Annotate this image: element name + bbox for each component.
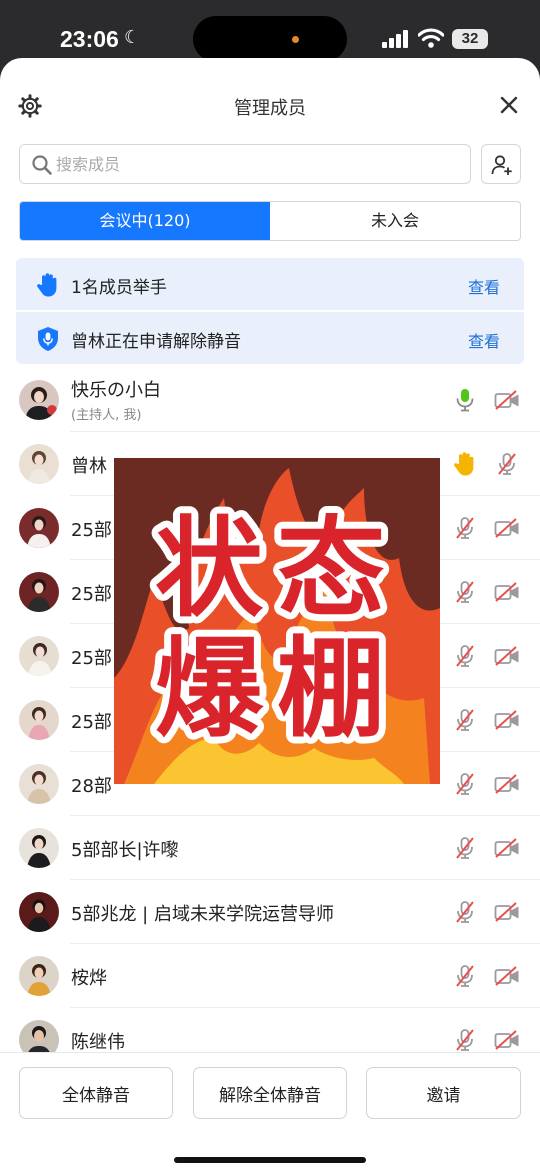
avatar (19, 700, 59, 740)
tab-not-joined[interactable]: 未入会 (270, 202, 520, 240)
sticker-line-2: 爆棚 (155, 627, 399, 752)
moon-icon: ☾ (124, 27, 141, 48)
video-off-icon[interactable] (494, 1027, 520, 1053)
video-off-icon[interactable] (494, 643, 520, 669)
video-off-icon[interactable] (494, 771, 520, 797)
member-name: 28部 (71, 776, 112, 797)
avatar (19, 636, 59, 676)
close-icon[interactable] (498, 94, 520, 116)
wifi-icon (418, 28, 444, 48)
add-user-icon (491, 155, 512, 175)
meme-sticker-overlay: 状态 爆棚 (114, 458, 440, 784)
search-icon (32, 155, 52, 175)
mic-on-icon[interactable] (452, 387, 478, 413)
page-title: 管理成员 (234, 98, 306, 119)
status-time: 23:06 (60, 26, 119, 52)
member-name: 5部部长|许嚟 (71, 840, 179, 861)
member-name: 桉烨 (71, 968, 107, 989)
avatar (19, 572, 59, 612)
mic-muted-icon[interactable] (452, 771, 478, 797)
avatar (19, 380, 59, 420)
video-off-icon[interactable] (494, 515, 520, 541)
dynamic-island (193, 16, 347, 62)
camera-indicator-dot (292, 36, 299, 43)
status-bar: 23:06 ☾ 32 (0, 0, 540, 62)
member-name: 快乐の小白 (71, 380, 161, 401)
member-name: 25部 (71, 648, 112, 669)
raise-hand-text: 1名成员举手 (71, 278, 167, 298)
video-off-icon[interactable] (494, 963, 520, 989)
mic-muted-icon[interactable] (452, 579, 478, 605)
fire-sticker-image: 状态 爆棚 (114, 458, 440, 784)
video-off-icon[interactable] (494, 707, 520, 733)
hand-icon (37, 273, 57, 297)
battery-indicator: 32 (452, 29, 488, 49)
mic-muted-icon[interactable] (452, 515, 478, 541)
video-off-icon[interactable] (494, 387, 520, 413)
member-name: 25部 (71, 712, 112, 733)
unmute-request-text: 曾林正在申请解除静音 (71, 332, 241, 352)
signal-icon (382, 30, 408, 48)
invite-button[interactable]: 邀请 (366, 1067, 521, 1119)
mic-muted-icon[interactable] (452, 963, 478, 989)
view-raised-hands-link[interactable]: 查看 (468, 274, 500, 298)
avatar (19, 956, 59, 996)
member-name: 5部兆龙 | 启域未来学院运营导师 (71, 904, 334, 925)
member-name: 陈继伟 (71, 1032, 125, 1053)
add-user-button[interactable] (481, 144, 521, 184)
tab-in-meeting[interactable]: 会议中(120) (20, 202, 270, 240)
mic-muted-icon[interactable] (452, 1027, 478, 1053)
member-role: (主持人, 我) (71, 408, 142, 423)
avatar (19, 892, 59, 932)
avatar (19, 508, 59, 548)
mic-muted-icon[interactable] (452, 643, 478, 669)
member-row[interactable]: 桉烨 (0, 944, 540, 1008)
mute-all-button[interactable]: 全体静音 (19, 1067, 173, 1119)
video-off-icon[interactable] (494, 835, 520, 861)
raise-hand-icon (454, 452, 474, 476)
video-off-icon[interactable] (494, 899, 520, 925)
avatar (19, 444, 59, 484)
avatar (19, 764, 59, 804)
mic-muted-icon[interactable] (452, 899, 478, 925)
unmute-request-notice: 曾林正在申请解除静音 查看 (16, 312, 524, 364)
member-row[interactable]: 5部部长|许嚟 (0, 816, 540, 880)
member-tabs: 会议中(120) 未入会 (19, 201, 521, 241)
mic-muted-icon[interactable] (494, 451, 520, 477)
view-unmute-requests-link[interactable]: 查看 (468, 328, 500, 352)
search-box (19, 144, 471, 184)
member-row[interactable]: 5部兆龙 | 启域未来学院运营导师 (0, 880, 540, 944)
shield-icon (38, 327, 58, 351)
member-row[interactable]: 快乐の小白 (主持人, 我) (0, 368, 540, 432)
sticker-line-1: 状态 (155, 507, 399, 632)
mic-muted-icon[interactable] (452, 707, 478, 733)
member-name: 25部 (71, 584, 112, 605)
search-input[interactable] (56, 151, 456, 177)
member-name: 25部 (71, 520, 112, 541)
mic-muted-icon[interactable] (452, 835, 478, 861)
home-indicator (174, 1157, 366, 1163)
raise-hand-notice: 1名成员举手 查看 (16, 258, 524, 310)
avatar (19, 828, 59, 868)
bottom-action-bar: 全体静音 解除全体静音 邀请 (0, 1052, 540, 1174)
unmute-all-button[interactable]: 解除全体静音 (193, 1067, 347, 1119)
video-off-icon[interactable] (494, 579, 520, 605)
member-name: 曾林 (71, 456, 107, 477)
